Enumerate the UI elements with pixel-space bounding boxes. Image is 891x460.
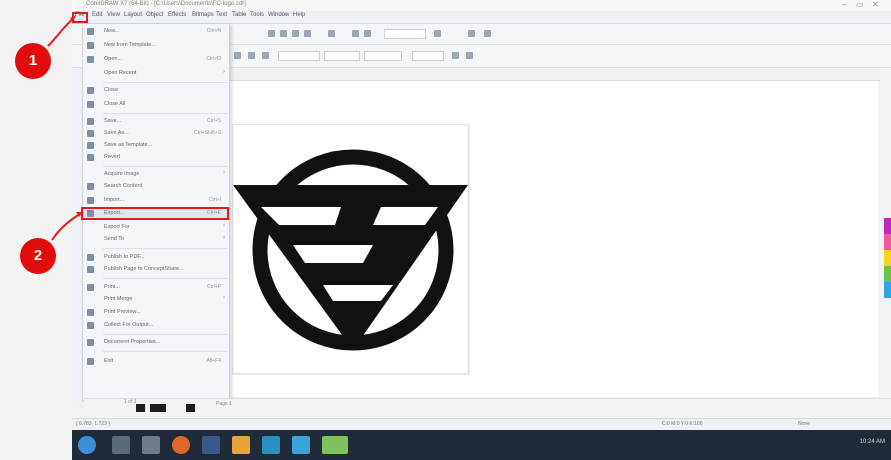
arrow-to-export [51, 213, 81, 241]
step-1-badge: 1 [15, 43, 51, 79]
step-2-badge: 2 [20, 238, 56, 274]
annotation-arrows [47, 15, 83, 241]
arrow-to-file-menu [47, 17, 75, 47]
